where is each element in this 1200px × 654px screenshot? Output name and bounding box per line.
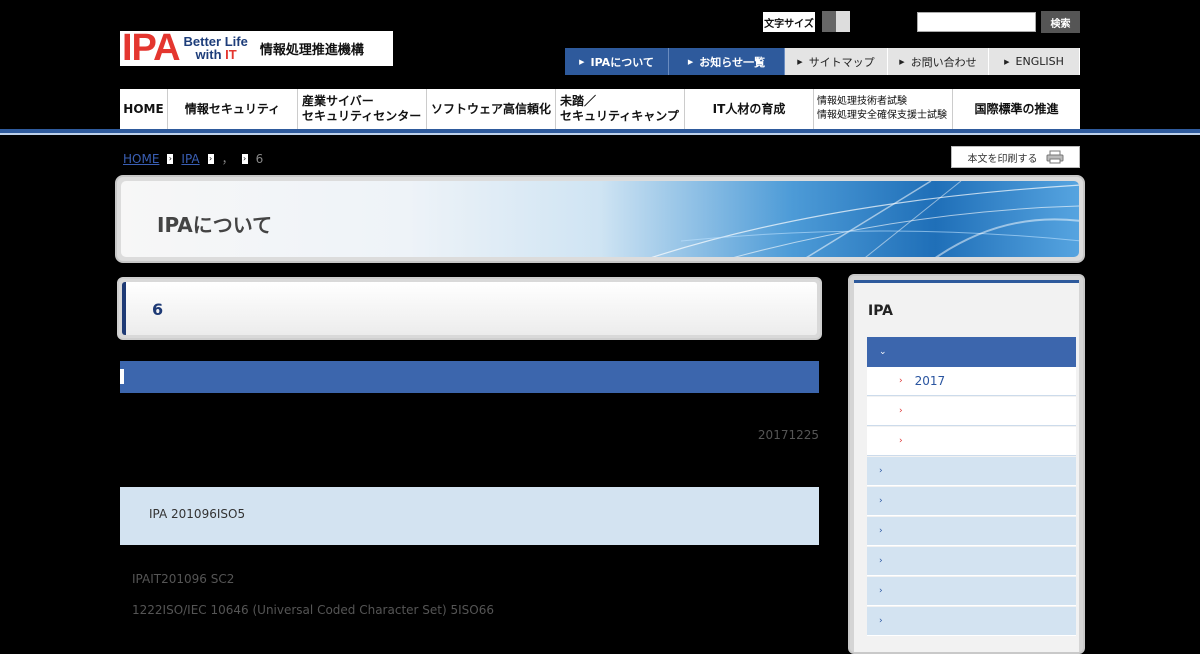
- main-nav-mitou-line1: 未踏／: [560, 94, 597, 108]
- logo-ipa-text: IPA: [122, 27, 181, 69]
- breadcrumb-ipa-link[interactable]: IPA: [181, 152, 199, 166]
- main-nav-standards[interactable]: 国際標準の推進: [953, 89, 1080, 129]
- util-nav-contact[interactable]: ▶ お問い合わせ: [888, 48, 989, 75]
- font-size-standard-button[interactable]: [822, 11, 836, 32]
- chevron-right-icon: ›: [879, 586, 883, 596]
- nav-divider-light: [0, 133, 1200, 135]
- chevron-right-icon: ›: [879, 526, 883, 536]
- breadcrumb-home-link[interactable]: HOME: [123, 152, 159, 166]
- main-nav-home[interactable]: HOME: [120, 89, 168, 129]
- main-nav-icscoe-line2: セキュリティセンター: [302, 109, 422, 123]
- main-nav-mitou[interactable]: 未踏／ セキュリティキャンプ: [556, 89, 685, 129]
- triangle-right-icon: ▶: [797, 57, 803, 66]
- publish-date: 20171225: [757, 428, 819, 442]
- breadcrumb: HOME › IPA › ， › 6: [123, 150, 263, 167]
- section-banner: IPAについて: [115, 175, 1085, 263]
- page-title: 6: [152, 300, 164, 319]
- print-button-label: 本文を印刷する: [967, 153, 1038, 165]
- banner-background: IPAについて: [121, 181, 1079, 257]
- main-nav-security[interactable]: 情報セキュリティ: [168, 89, 298, 129]
- search-input[interactable]: [917, 12, 1036, 32]
- ipa-logo[interactable]: IPA Better Life with IT 情報処理推進機構: [120, 27, 393, 69]
- main-nav-icscoe[interactable]: 産業サイバー セキュリティセンター: [298, 89, 427, 129]
- sidebar: IPA ⌄ › 2017 › › › › › › › ›: [848, 274, 1085, 654]
- sidebar-item-active[interactable]: ⌄: [867, 337, 1076, 367]
- chevron-right-icon: ›: [879, 556, 883, 566]
- sidebar-item[interactable]: ›: [867, 457, 1076, 486]
- main-nav-exam[interactable]: 情報処理技術者試験情報処理安全確保支援士試験: [814, 89, 953, 129]
- util-nav-about-label: IPAについて: [590, 55, 654, 69]
- logo-tagline-with: with: [195, 47, 226, 62]
- util-nav-english[interactable]: ▶ ENGLISH: [989, 48, 1080, 75]
- util-nav-contact-label: お問い合わせ: [910, 55, 977, 69]
- triangle-right-icon: ▶: [579, 57, 585, 66]
- sidebar-panel: IPA ⌄ › 2017 › › › › › › › ›: [854, 280, 1079, 652]
- main-nav-standards-label: 国際標準の推進: [974, 101, 1059, 116]
- sidebar-item[interactable]: ›: [867, 607, 1076, 636]
- section-heading-marker: [120, 369, 124, 384]
- main-nav-software-label: ソフトウェア高信頼化: [430, 101, 551, 116]
- sidebar-subitem[interactable]: › 2017: [867, 367, 1076, 396]
- chevron-right-icon: ›: [879, 616, 883, 626]
- util-nav-sitemap[interactable]: ▶ サイトマップ: [785, 48, 888, 75]
- font-size-large-button[interactable]: [836, 11, 850, 32]
- sidebar-item[interactable]: ›: [867, 577, 1076, 606]
- sidebar-item[interactable]: ›: [867, 547, 1076, 576]
- font-size-label: 文字サイズ: [763, 12, 815, 32]
- main-nav-home-label: HOME: [123, 101, 164, 116]
- chevron-right-icon: ›: [899, 406, 903, 416]
- body-paragraph-1: IPAIT201096 SC2: [132, 572, 235, 586]
- logo-tagline-line2: with IT: [196, 48, 248, 62]
- main-nav-hrd-label: IT人材の育成: [712, 101, 786, 116]
- banner-title: IPAについて: [157, 213, 273, 237]
- util-nav-english-label: ENGLISH: [1015, 55, 1064, 68]
- search-button[interactable]: 検索: [1041, 11, 1080, 33]
- main-nav-icscoe-line1: 産業サイバー: [302, 94, 374, 108]
- util-nav-sitemap-label: サイトマップ: [808, 55, 875, 69]
- sidebar-subitem[interactable]: ›: [867, 427, 1076, 456]
- sidebar-subitem-label: 2017: [914, 374, 946, 388]
- main-nav-hrd[interactable]: IT人材の育成: [685, 89, 814, 129]
- main-nav-mitou-line2: セキュリティキャンプ: [560, 109, 679, 123]
- breadcrumb-comma: ，: [221, 152, 234, 166]
- util-nav-about[interactable]: ▶ IPAについて: [565, 48, 669, 75]
- sidebar-item[interactable]: ›: [867, 517, 1076, 546]
- sidebar-item[interactable]: ›: [867, 487, 1076, 516]
- page-heading-box: 6: [117, 277, 822, 340]
- main-nav: HOME 情報セキュリティ 産業サイバー セキュリティセンター ソフトウェア高信頼…: [120, 89, 1080, 131]
- info-box-text: IPA 201096ISO5: [149, 507, 246, 521]
- triangle-right-icon: ▶: [687, 57, 694, 66]
- breadcrumb-separator-icon: ›: [167, 153, 174, 164]
- chevron-right-icon: ›: [879, 466, 883, 476]
- logo-tagline: Better Life with IT: [184, 35, 248, 62]
- logo-tagline-it: IT: [225, 47, 237, 62]
- section-heading-bar: [120, 361, 819, 393]
- chevron-right-icon: ›: [899, 376, 903, 386]
- printer-icon: [1046, 150, 1063, 164]
- breadcrumb-current: 6: [255, 151, 264, 166]
- util-nav-news[interactable]: ▶ お知らせ一覧: [669, 48, 785, 75]
- main-nav-exam-line1: 情報処理技術者試験: [817, 96, 907, 107]
- banner-light-streaks: [651, 181, 1079, 257]
- print-button[interactable]: 本文を印刷する: [951, 146, 1080, 168]
- org-name: 情報処理推進機構: [259, 43, 364, 58]
- chevron-down-icon: ⌄: [879, 347, 887, 357]
- main-nav-security-label: 情報セキュリティ: [184, 101, 281, 116]
- triangle-right-icon: ▶: [899, 57, 905, 66]
- body-paragraph-2: 1222ISO/IEC 10646 (Universal Coded Chara…: [132, 603, 494, 617]
- page-heading-inner: 6: [122, 282, 817, 335]
- triangle-right-icon: ▶: [1004, 57, 1010, 66]
- util-nav-news-label: お知らせ一覧: [699, 55, 766, 69]
- sidebar-title: IPA: [868, 303, 894, 319]
- chevron-right-icon: ›: [879, 496, 883, 506]
- main-nav-exam-line2: 情報処理安全確保支援士試験: [817, 110, 947, 121]
- sidebar-subitem[interactable]: ›: [867, 397, 1076, 426]
- chevron-right-icon: ›: [899, 436, 903, 446]
- breadcrumb-separator-icon: ›: [207, 153, 214, 164]
- breadcrumb-separator-icon: ›: [241, 153, 248, 164]
- main-nav-software[interactable]: ソフトウェア高信頼化: [427, 89, 556, 129]
